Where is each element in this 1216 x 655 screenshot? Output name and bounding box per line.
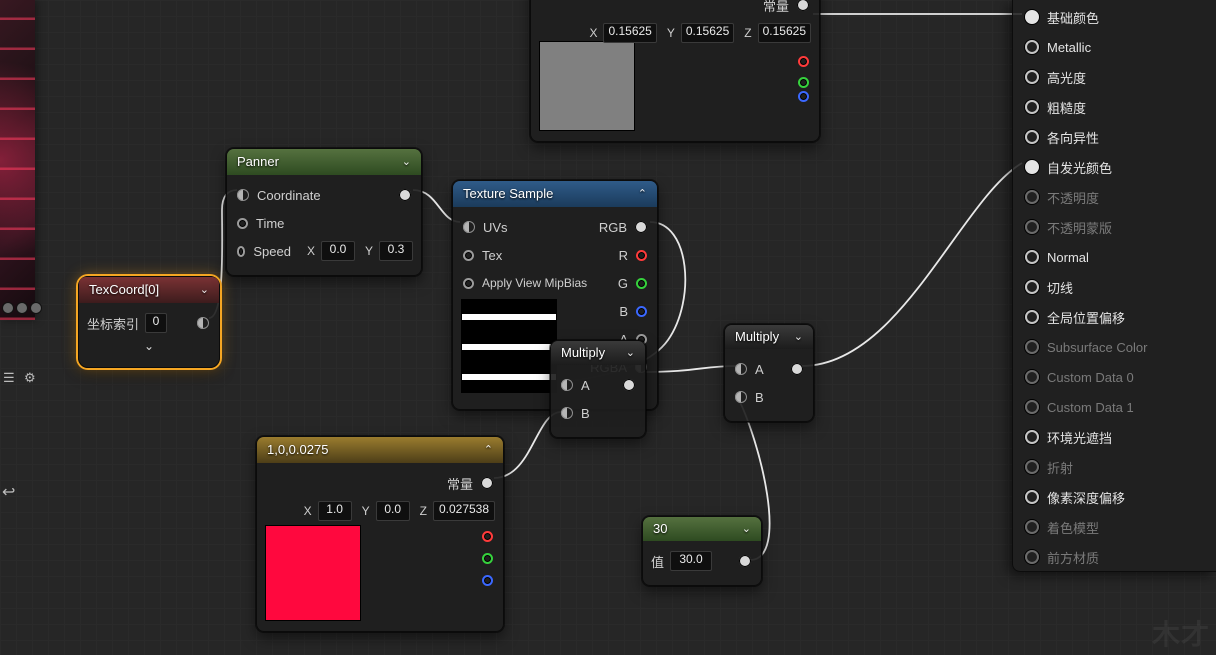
out-opacity[interactable]: 不透明度	[1025, 182, 1212, 212]
in-pin-time[interactable]	[237, 218, 248, 229]
out-pin-r[interactable]	[636, 250, 647, 261]
out-refraction[interactable]: 折射	[1025, 452, 1212, 482]
node-title: TexCoord[0]	[89, 277, 159, 303]
viewport-preview	[0, 0, 35, 320]
in-pin-b[interactable]	[561, 407, 573, 419]
coord-index-label: 坐标索引	[87, 314, 139, 333]
out-pin-g[interactable]	[798, 77, 809, 88]
in-pin-coordinate[interactable]	[237, 189, 249, 201]
material-output-panel[interactable]: 基础颜色 Metallic 高光度 粗糙度 各向异性 自发光颜色 不透明度 不透…	[1012, 0, 1216, 572]
expand-icon[interactable]: ⌄	[87, 337, 211, 357]
node-multiply-2[interactable]: Multiply ⌄ A B	[724, 324, 814, 422]
node-texcoord[interactable]: TexCoord[0] ⌄ 坐标索引 0 ⌄	[78, 276, 220, 368]
out-pin[interactable]	[399, 189, 411, 201]
chevron-down-icon[interactable]: ⌄	[794, 324, 803, 350]
out-pin-rgb[interactable]	[635, 221, 647, 233]
node-title: Multiply	[561, 340, 605, 366]
out-pin-r[interactable]	[798, 56, 809, 67]
out-ao[interactable]: 环境光遮挡	[1025, 422, 1212, 452]
out-pin[interactable]	[623, 379, 635, 391]
out-pin-b[interactable]	[482, 575, 493, 586]
out-pin-b[interactable]	[798, 91, 809, 102]
out-metallic[interactable]: Metallic	[1025, 32, 1212, 62]
out-custom0[interactable]: Custom Data 0	[1025, 362, 1212, 392]
const-label: 常量	[763, 0, 789, 15]
node-constant3-grey[interactable]: ⌄ 常量 X0.15625 Y0.15625 Z0.15625	[530, 0, 820, 142]
out-normal[interactable]: Normal	[1025, 242, 1212, 272]
out-base-color[interactable]: 基础颜色	[1025, 2, 1212, 32]
speed-x-input[interactable]: 0.0	[321, 241, 355, 261]
left-toolbar-icons[interactable]: ☰ ⚙	[3, 370, 39, 385]
color-swatch-grey	[539, 41, 635, 131]
out-roughness[interactable]: 粗糙度	[1025, 92, 1212, 122]
z-input[interactable]: 0.027538	[433, 501, 495, 521]
chevron-up-icon[interactable]: ⌃	[638, 181, 647, 207]
out-front[interactable]: 前方材质	[1025, 542, 1212, 572]
chevron-down-icon[interactable]: ⌄	[626, 340, 635, 366]
value-input[interactable]: 30.0	[670, 551, 712, 571]
out-custom1[interactable]: Custom Data 1	[1025, 392, 1212, 422]
x-input[interactable]: 1.0	[318, 501, 352, 521]
coord-index-input[interactable]: 0	[145, 313, 167, 333]
out-pin-white[interactable]	[481, 477, 493, 489]
out-pin-r[interactable]	[482, 531, 493, 542]
out-specular[interactable]: 高光度	[1025, 62, 1212, 92]
out-tangent[interactable]: 切线	[1025, 272, 1212, 302]
node-panner[interactable]: Panner ⌄ Coordinate Time Speed X0.0 Y0.3	[226, 148, 422, 276]
out-pdo[interactable]: 像素深度偏移	[1025, 482, 1212, 512]
node-title: Panner	[237, 149, 279, 175]
node-title: 30	[653, 516, 667, 542]
node-multiply-1[interactable]: Multiply ⌄ A B	[550, 340, 646, 438]
in-pin-a[interactable]	[561, 379, 573, 391]
watermark: 木才	[1152, 613, 1210, 653]
out-pin[interactable]	[739, 555, 751, 567]
speed-y-input[interactable]: 0.3	[379, 241, 413, 261]
node-title: 1,0,0.0275	[267, 437, 328, 463]
node-title: Multiply	[735, 324, 779, 350]
chevron-down-icon[interactable]: ⌄	[200, 277, 209, 303]
gear-icon[interactable]: ⚙	[24, 370, 39, 385]
node-scalar-30[interactable]: 30 ⌄ 值 30.0	[642, 516, 762, 586]
in-pin-uvs[interactable]	[463, 221, 475, 233]
out-pin-g[interactable]	[482, 553, 493, 564]
chevron-up-icon[interactable]: ⌃	[484, 437, 493, 463]
back-icon[interactable]: ↩	[2, 482, 15, 502]
list-icon[interactable]: ☰	[3, 370, 18, 385]
out-emissive[interactable]: 自发光颜色	[1025, 152, 1212, 182]
in-pin-a[interactable]	[735, 363, 747, 375]
in-pin-speed[interactable]	[237, 246, 245, 257]
chevron-down-icon[interactable]: ⌄	[402, 149, 411, 175]
out-anisotropy[interactable]: 各向异性	[1025, 122, 1212, 152]
out-wpo[interactable]: 全局位置偏移	[1025, 302, 1212, 332]
in-pin-mip[interactable]	[463, 278, 474, 289]
node-title: Texture Sample	[463, 181, 553, 207]
node-constant3-color[interactable]: 1,0,0.0275 ⌃ 常量 X1.0 Y0.0 Z0.027538	[256, 436, 504, 632]
out-opacity-mask[interactable]: 不透明蒙版	[1025, 212, 1212, 242]
chevron-down-icon[interactable]: ⌄	[742, 516, 751, 542]
value-label: 值	[651, 552, 664, 571]
viewport-icons	[0, 300, 44, 316]
in-pin-tex[interactable]	[463, 250, 474, 261]
const-label: 常量	[447, 474, 473, 493]
out-shading[interactable]: 着色模型	[1025, 512, 1212, 542]
y-input[interactable]: 0.0	[376, 501, 410, 521]
out-pin[interactable]	[791, 363, 803, 375]
out-pin-white[interactable]	[797, 0, 809, 11]
texture-preview	[461, 299, 557, 393]
out-subsurface[interactable]: Subsurface Color	[1025, 332, 1212, 362]
out-pin-g[interactable]	[636, 278, 647, 289]
out-pin-b[interactable]	[636, 306, 647, 317]
out-pin[interactable]	[197, 317, 209, 329]
color-swatch-red	[265, 525, 361, 621]
in-pin-b[interactable]	[735, 391, 747, 403]
